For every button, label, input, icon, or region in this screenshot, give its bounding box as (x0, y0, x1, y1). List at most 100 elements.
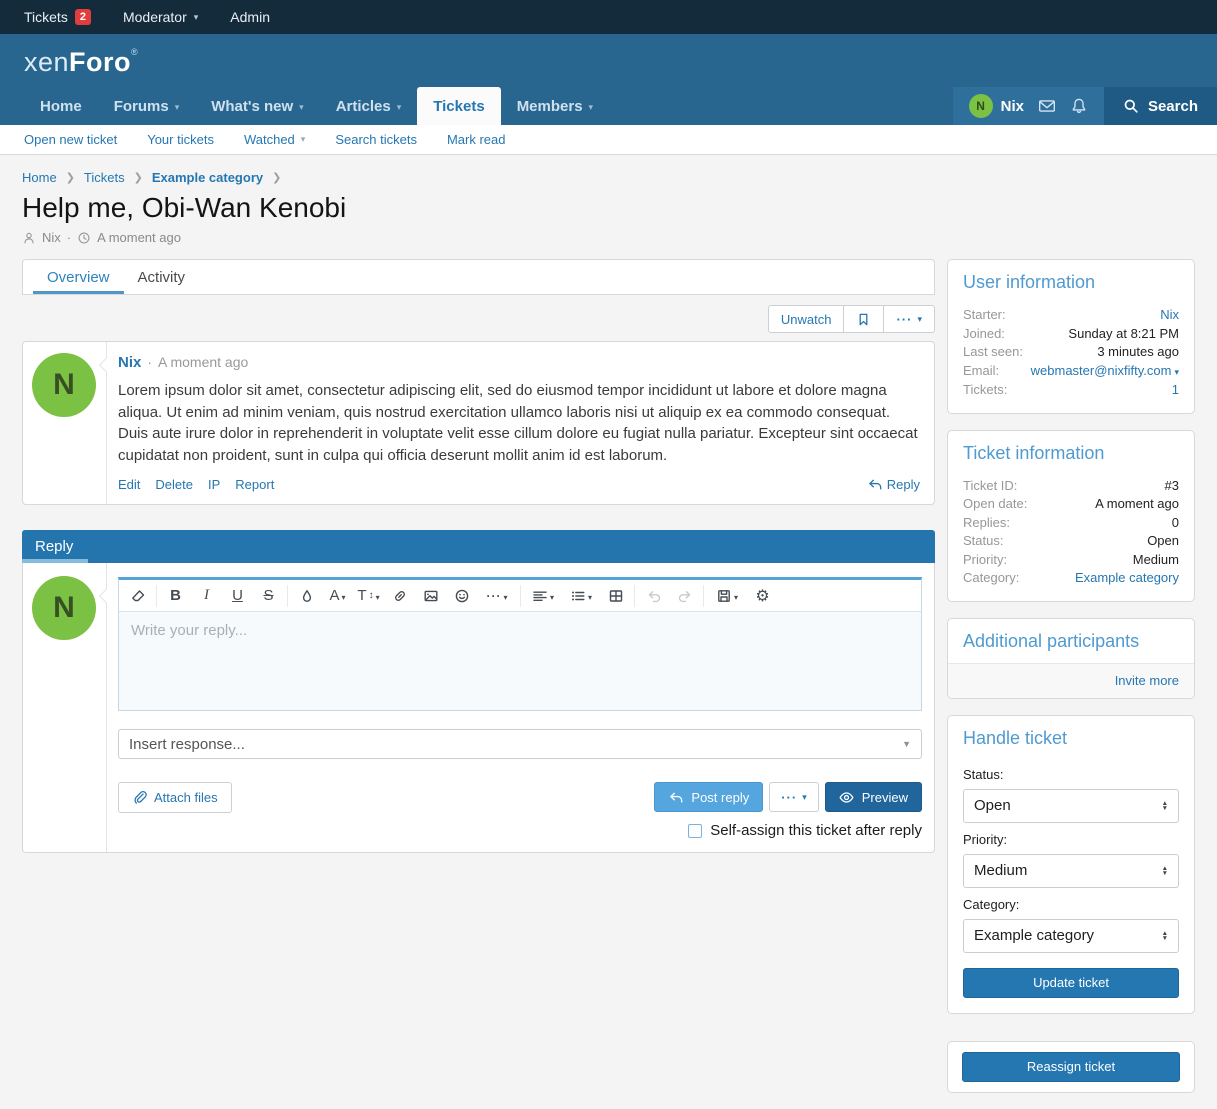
nav-articles[interactable]: Articles▾ (320, 87, 418, 125)
inbox-button[interactable] (1038, 97, 1056, 115)
ticket-information-block: Ticket information Ticket ID: #3 Open da… (947, 430, 1195, 602)
main-navigation: Home Forums▾ What's new▾ Articles▾ Ticke… (0, 87, 1217, 125)
underline-button[interactable]: U (222, 581, 253, 611)
list-button[interactable]: ▾ (562, 581, 600, 611)
nav-home[interactable]: Home (24, 87, 98, 125)
redo-button[interactable] (669, 581, 700, 611)
ticket-info-row: Ticket ID: #3 (963, 477, 1179, 496)
insert-table-button[interactable] (600, 581, 631, 611)
select-arrows-icon: ▲▼ (1162, 931, 1168, 941)
breadcrumb-home[interactable]: Home (22, 170, 57, 185)
editor-more-button[interactable]: ···▾ (477, 581, 517, 611)
breadcrumb-separator-icon: ❯ (134, 171, 143, 184)
drafts-button[interactable]: ▾ (707, 581, 747, 611)
insert-link-button[interactable] (384, 581, 415, 611)
unwatch-button[interactable]: Unwatch (768, 305, 845, 333)
user-info-row: Starter: Nix (963, 306, 1179, 325)
post-ip-link[interactable]: IP (208, 477, 220, 492)
strikethrough-button[interactable]: S (253, 581, 284, 611)
attach-files-button[interactable]: Attach files (118, 782, 232, 813)
email-link[interactable]: webmaster@nixfifty.com▾ (1031, 363, 1179, 378)
undo-icon (646, 588, 662, 604)
avatar[interactable]: N (969, 94, 993, 118)
tab-overview[interactable]: Overview (33, 260, 124, 294)
tab-activity[interactable]: Activity (124, 260, 200, 294)
participants-footer: Invite more (948, 663, 1194, 698)
toolbar-admin[interactable]: Admin (230, 9, 270, 25)
thread-tabs: Overview Activity (22, 259, 935, 295)
post-delete-link[interactable]: Delete (155, 477, 193, 492)
post-reply-link[interactable]: Reply (867, 477, 920, 492)
remove-format-button[interactable] (122, 581, 153, 611)
post-timestamp[interactable]: A moment ago (158, 354, 248, 370)
thread-author[interactable]: Nix (42, 230, 61, 245)
toolbar-separator (634, 585, 635, 607)
alerts-button[interactable] (1070, 97, 1088, 115)
username-link[interactable]: Nix (1001, 98, 1024, 115)
caret-down-icon: ▼ (902, 739, 911, 749)
nav-forums[interactable]: Forums▾ (98, 87, 196, 125)
insert-image-button[interactable] (415, 581, 446, 611)
nav-whats-new[interactable]: What's new▾ (195, 87, 319, 125)
font-size-button[interactable]: T↕▾ (353, 581, 384, 611)
toolbar-tickets[interactable]: Tickets 2 (24, 9, 91, 25)
insert-response-select[interactable]: Insert response... ▼ (118, 729, 922, 759)
search-button[interactable]: Search (1104, 87, 1217, 125)
avatar[interactable]: N (32, 576, 96, 640)
breadcrumb-tickets[interactable]: Tickets (84, 170, 125, 185)
user-info-row: Last seen: 3 minutes ago (963, 343, 1179, 362)
breadcrumb-category[interactable]: Example category (152, 170, 263, 185)
category-link[interactable]: Example category (1075, 570, 1179, 585)
starter-link[interactable]: Nix (1160, 307, 1179, 322)
italic-button[interactable]: I (191, 581, 222, 611)
rich-text-editor: B I U S A▾ T↕▾ (118, 577, 922, 711)
xenforo-logo[interactable]: xenForo® (24, 47, 1217, 78)
nav-tickets[interactable]: Tickets (417, 87, 500, 125)
subnav-search-tickets[interactable]: Search tickets (335, 132, 417, 147)
post-edit-link[interactable]: Edit (118, 477, 140, 492)
nav-members[interactable]: Members▾ (501, 87, 609, 125)
select-arrows-icon: ▲▼ (1162, 866, 1168, 876)
caret-down-icon: ▾ (1174, 367, 1179, 377)
thread-more-button[interactable]: ··· ▾ (883, 305, 935, 333)
priority-select[interactable]: Medium ▲▼ (963, 854, 1179, 888)
self-assign-checkbox[interactable] (688, 824, 702, 838)
alignment-button[interactable]: ▾ (524, 581, 562, 611)
status-select[interactable]: Open ▲▼ (963, 789, 1179, 823)
tickets-count-link[interactable]: 1 (1172, 382, 1179, 397)
smilies-button[interactable] (446, 581, 477, 611)
undo-button[interactable] (638, 581, 669, 611)
text-color-button[interactable] (291, 581, 322, 611)
bold-button[interactable]: B (160, 581, 191, 611)
ticket-info-row: Category: Example category (963, 569, 1179, 588)
align-left-icon (532, 588, 548, 604)
paperclip-icon (132, 790, 147, 805)
subnav-mark-read[interactable]: Mark read (447, 132, 506, 147)
main-column: Overview Activity Unwatch ··· ▾ (22, 259, 935, 853)
search-icon (1123, 98, 1139, 114)
bookmark-button[interactable] (843, 305, 884, 333)
post-author-link[interactable]: Nix (118, 354, 141, 371)
reply-more-button[interactable]: ··· ▾ (769, 782, 819, 812)
toolbar-moderator[interactable]: Moderator ▾ (123, 9, 198, 25)
update-ticket-button[interactable]: Update ticket (963, 968, 1179, 998)
avatar[interactable]: N (32, 353, 96, 417)
post-reply-button[interactable]: Post reply (654, 782, 763, 812)
image-icon (423, 588, 439, 604)
editor-settings-button[interactable]: ⚙ (747, 581, 778, 611)
font-family-button[interactable]: A▾ (322, 581, 353, 611)
additional-participants-block: Additional participants Invite more (947, 618, 1195, 699)
post-report-link[interactable]: Report (235, 477, 274, 492)
reply-tab-indicator (22, 559, 88, 563)
subnav-open-new-ticket[interactable]: Open new ticket (24, 132, 117, 147)
reassign-ticket-button[interactable]: Reassign ticket (962, 1052, 1180, 1082)
subnav-your-tickets[interactable]: Your tickets (147, 132, 214, 147)
preview-button[interactable]: Preview (825, 782, 922, 812)
category-select[interactable]: Example category ▲▼ (963, 919, 1179, 953)
invite-more-link[interactable]: Invite more (1115, 673, 1179, 688)
subnav-watched[interactable]: Watched▾ (244, 132, 305, 147)
ticket-first-post: N Nix · A moment ago Lorem ipsum dolor s… (22, 341, 935, 505)
caret-down-icon: ▾ (397, 102, 402, 113)
reply-textarea[interactable]: Write your reply... (119, 612, 921, 710)
reassign-ticket-block: Reassign ticket (947, 1041, 1195, 1093)
